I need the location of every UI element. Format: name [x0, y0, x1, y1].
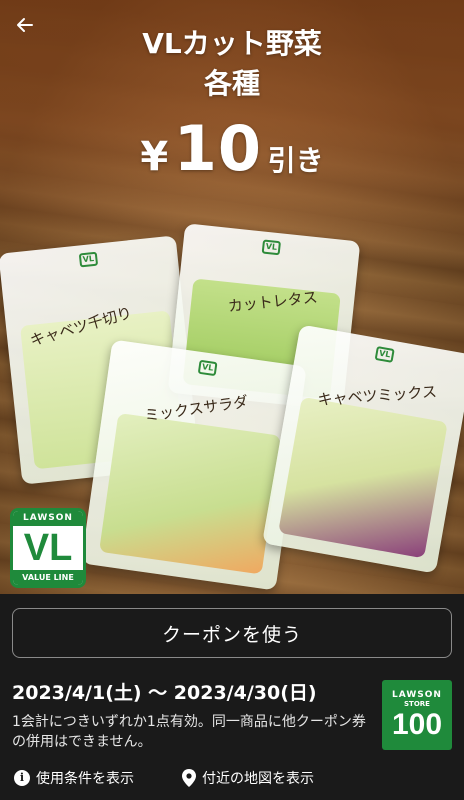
discount-amount: ¥ 10 引き [0, 112, 464, 185]
coupon-terms: 1会計につきいずれか1点有効。同一商品に他クーポン券の併用はできません。 [12, 714, 366, 750]
yen-symbol: ¥ [140, 134, 169, 180]
vl-mark: VL [374, 346, 395, 363]
vl-mark: VL [261, 239, 281, 256]
lawson-store-100-logo: LAWSON STORE 100 [382, 680, 452, 750]
show-conditions-link[interactable]: i 使用条件を表示 [14, 768, 134, 788]
vl-logo-top: LAWSON [13, 511, 83, 526]
title-line-2: 各種 [203, 67, 260, 100]
coupon-panel: クーポンを使う 2023/4/1(土) 〜 2023/4/30(日) 1会計につ… [0, 594, 464, 800]
hero-image: VL キャベツ千切り VL カットレタス VL ミックスサラダ VL キャベツミ… [0, 0, 464, 594]
vl-mark: VL [197, 359, 218, 377]
vl-logo-bottom: VALUE LINE [13, 570, 83, 585]
store-logo-line2: STORE [404, 700, 430, 708]
use-coupon-button[interactable]: クーポンを使う [12, 608, 452, 658]
vl-mark: VL [78, 251, 99, 268]
cabbage-mix-fill [278, 396, 448, 559]
package-label: ミックスサラダ [143, 392, 250, 425]
store-logo-line3: 100 [391, 708, 443, 741]
store-logo-line1: LAWSON [392, 690, 442, 700]
value-line-logo: LAWSON VL VALUE LINE [10, 508, 86, 588]
info-icon: i [14, 770, 30, 786]
show-map-link[interactable]: 付近の地図を表示 [182, 768, 314, 788]
package-mix-salad: VL ミックスサラダ [81, 339, 307, 591]
vl-logo-mark: VL [23, 527, 73, 569]
show-conditions-label: 使用条件を表示 [36, 771, 134, 787]
title-line-1: VLカット野菜 [142, 27, 322, 60]
discount-suffix: 引き [267, 144, 324, 177]
validity-dates: 2023/4/1(土) 〜 2023/4/30(日) [12, 682, 317, 704]
discount-value: 10 [173, 112, 263, 185]
package-label: キャベツミックス [317, 382, 438, 409]
map-pin-icon [182, 769, 196, 787]
show-map-label: 付近の地図を表示 [202, 771, 314, 787]
mix-salad-fill [98, 413, 282, 575]
